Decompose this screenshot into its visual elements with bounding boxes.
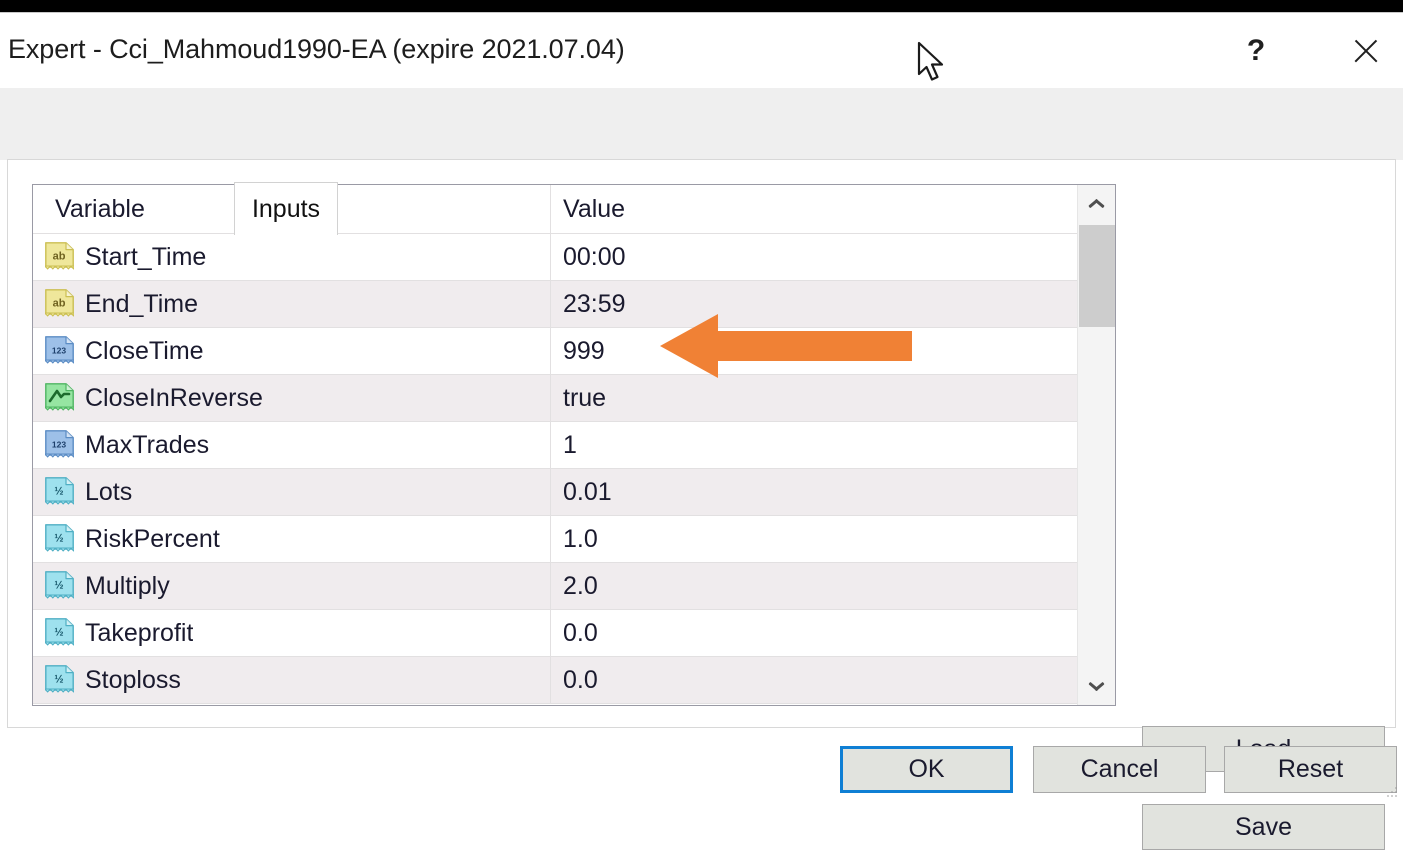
row-variable-cell[interactable]: 123 MaxTrades — [33, 422, 551, 468]
row-value-cell[interactable]: 2.0 — [551, 563, 1079, 609]
row-value-cell[interactable]: 1 — [551, 422, 1079, 468]
inputs-tab-panel: Variable Value ab Start_Time 00:00 — [7, 159, 1396, 728]
table-row[interactable]: ½ Takeprofit 0.0 — [33, 610, 1079, 657]
variable-value: 1.0 — [563, 525, 598, 554]
variable-name: RiskPercent — [85, 525, 220, 554]
double-type-icon: ½ — [45, 524, 74, 555]
table-row[interactable]: ab Start_Time 00:00 — [33, 234, 1079, 281]
svg-text:123: 123 — [52, 345, 66, 355]
table-row[interactable]: 123 CloseTime 999 — [33, 328, 1079, 375]
chevron-up-icon — [1088, 199, 1105, 209]
variable-name: Stoploss — [85, 666, 181, 695]
row-value-cell[interactable]: 23:59 — [551, 281, 1079, 327]
row-variable-cell[interactable]: ½ Takeprofit — [33, 610, 551, 656]
cancel-button[interactable]: Cancel — [1033, 746, 1206, 793]
row-variable-cell[interactable]: 123 CloseTime — [33, 328, 551, 374]
variable-value: 999 — [563, 337, 605, 366]
variable-name: Start_Time — [85, 243, 206, 272]
row-value-cell[interactable]: true — [551, 375, 1079, 421]
variable-value: true — [563, 384, 606, 413]
ok-button[interactable]: OK — [840, 746, 1013, 793]
variable-name: End_Time — [85, 290, 198, 319]
variable-name: Lots — [85, 478, 132, 507]
variable-value: 23:59 — [563, 290, 626, 319]
column-header-value: Value — [563, 195, 625, 224]
inputs-list[interactable]: Variable Value ab Start_Time 00:00 — [32, 184, 1116, 706]
variable-name: Takeprofit — [85, 619, 193, 648]
row-value-cell[interactable]: 0.0 — [551, 610, 1079, 656]
double-type-icon: ½ — [45, 618, 74, 649]
inputs-scrollbar[interactable] — [1077, 185, 1115, 705]
row-value-cell[interactable]: 999 — [551, 328, 1079, 374]
row-variable-cell[interactable]: ab Start_Time — [33, 234, 551, 280]
table-row[interactable]: ½ Stoploss 0.0 — [33, 657, 1079, 704]
double-type-icon: ½ — [45, 571, 74, 602]
top-black-strip — [0, 0, 1403, 12]
table-row[interactable]: 123 MaxTrades 1 — [33, 422, 1079, 469]
row-variable-cell[interactable]: ½ Lots — [33, 469, 551, 515]
screen: Expert - Cci_Mahmoud1990-EA (expire 2021… — [0, 0, 1403, 802]
row-variable-cell[interactable]: CloseInReverse — [33, 375, 551, 421]
svg-text:ab: ab — [53, 297, 66, 309]
row-variable-cell[interactable]: ½ Multiply — [33, 563, 551, 609]
chevron-down-icon — [1088, 682, 1105, 692]
svg-text:½: ½ — [54, 532, 63, 544]
row-variable-cell[interactable]: ab End_Time — [33, 281, 551, 327]
scroll-down-button[interactable] — [1078, 668, 1115, 705]
variable-value: 2.0 — [563, 572, 598, 601]
scrollbar-thumb[interactable] — [1079, 225, 1115, 327]
inputs-grid: Variable Value ab Start_Time 00:00 — [33, 185, 1079, 705]
variable-value: 0.01 — [563, 478, 612, 507]
row-value-cell[interactable]: 0.0 — [551, 657, 1079, 703]
table-row[interactable]: ab End_Time 23:59 — [33, 281, 1079, 328]
svg-text:½: ½ — [54, 626, 63, 638]
variable-name: MaxTrades — [85, 431, 209, 460]
save-button[interactable]: Save — [1142, 804, 1385, 850]
variable-value: 0.0 — [563, 619, 598, 648]
svg-text:½: ½ — [54, 485, 63, 497]
double-type-icon: ½ — [45, 665, 74, 696]
svg-text:½: ½ — [54, 579, 63, 591]
column-header-variable: Variable — [55, 195, 145, 224]
row-variable-cell[interactable]: ½ RiskPercent — [33, 516, 551, 562]
table-header-row: Variable Value — [33, 185, 1079, 234]
integer-type-icon: 123 — [45, 336, 74, 367]
table-row[interactable]: ½ Lots 0.01 — [33, 469, 1079, 516]
string-type-icon: ab — [45, 289, 74, 320]
row-value-cell[interactable]: 0.01 — [551, 469, 1079, 515]
reset-button[interactable]: Reset — [1224, 746, 1397, 793]
variable-value: 0.0 — [563, 666, 598, 695]
tab-inputs[interactable]: Inputs — [234, 182, 338, 235]
variable-name: CloseTime — [85, 337, 204, 366]
variable-name: Multiply — [85, 572, 170, 601]
integer-type-icon: 123 — [45, 430, 74, 461]
tab-strip: About Common Inputs — [0, 88, 1403, 160]
svg-text:123: 123 — [52, 439, 66, 449]
mouse-pointer-icon — [917, 41, 947, 83]
variable-name: CloseInReverse — [85, 384, 263, 413]
title-bar: Expert - Cci_Mahmoud1990-EA (expire 2021… — [0, 13, 1403, 88]
dialog-title: Expert - Cci_Mahmoud1990-EA (expire 2021… — [8, 34, 625, 65]
row-value-cell[interactable]: 00:00 — [551, 234, 1079, 280]
table-row[interactable]: CloseInReverse true — [33, 375, 1079, 422]
svg-text:ab: ab — [53, 250, 66, 262]
variable-value: 00:00 — [563, 243, 626, 272]
table-row[interactable]: ½ Multiply 2.0 — [33, 563, 1079, 610]
table-row[interactable]: ½ RiskPercent 1.0 — [33, 516, 1079, 563]
scroll-up-button[interactable] — [1078, 185, 1115, 222]
close-button[interactable] — [1338, 27, 1394, 75]
expert-properties-dialog: Expert - Cci_Mahmoud1990-EA (expire 2021… — [0, 12, 1403, 802]
row-variable-cell[interactable]: ½ Stoploss — [33, 657, 551, 703]
resize-grip-icon[interactable] — [1385, 785, 1399, 799]
help-button[interactable]: ? — [1228, 27, 1284, 75]
close-icon — [1351, 36, 1381, 66]
string-type-icon: ab — [45, 242, 74, 273]
row-value-cell[interactable]: 1.0 — [551, 516, 1079, 562]
header-cell-value: Value — [551, 185, 1079, 233]
boolean-type-icon — [45, 383, 74, 414]
double-type-icon: ½ — [45, 477, 74, 508]
variable-value: 1 — [563, 431, 577, 460]
svg-text:½: ½ — [54, 673, 63, 685]
